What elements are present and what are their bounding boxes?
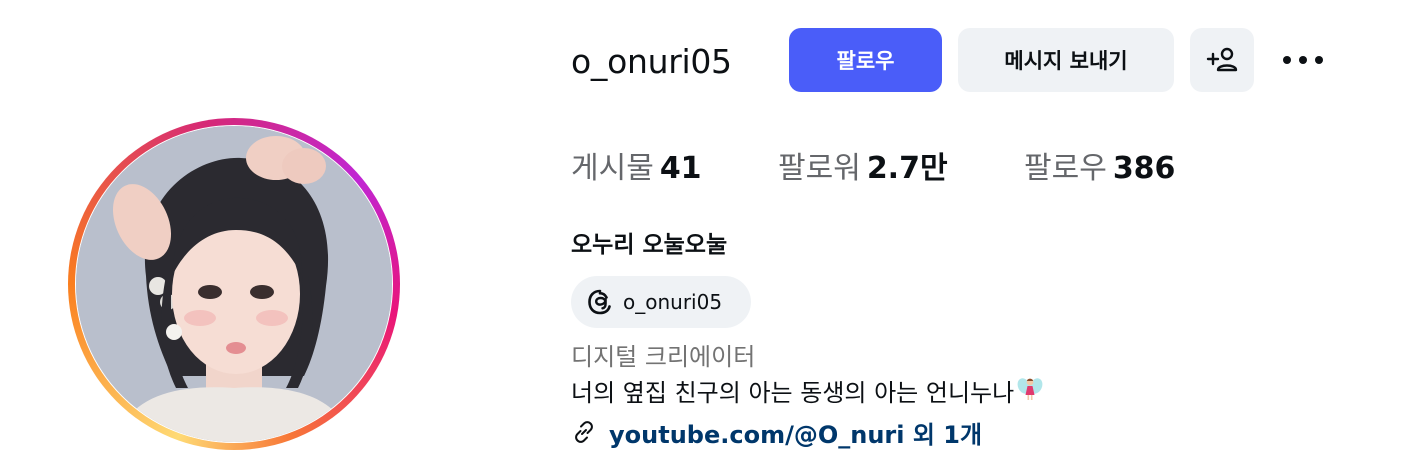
posts-label: 게시물 xyxy=(571,151,654,186)
more-options-button[interactable] xyxy=(1278,44,1328,76)
add-friend-button[interactable] xyxy=(1190,28,1254,92)
followers-label: 팔로워 xyxy=(778,151,861,186)
avatar-illustration xyxy=(76,126,392,442)
link-text[interactable]: youtube.com/@O_nuri 외 1개 xyxy=(609,415,982,450)
threads-icon xyxy=(586,288,614,316)
story-ring[interactable] xyxy=(68,118,400,450)
avatar[interactable] xyxy=(76,126,392,442)
link-icon xyxy=(571,419,597,445)
bio: 너의 옆집 친구의 아는 동생의 아는 언니누나 xyxy=(571,376,1044,410)
fairy-icon xyxy=(1016,375,1044,412)
username: o_onuri05 xyxy=(571,42,732,81)
more-icon xyxy=(1281,55,1325,65)
following-value: 386 xyxy=(1112,151,1176,186)
following-label: 팔로우 xyxy=(1024,151,1107,186)
bio-text: 너의 옆집 친구의 아는 동생의 아는 언니누나 xyxy=(571,379,1015,407)
threads-handle: o_onuri05 xyxy=(623,290,723,314)
followers-value: 2.7만 xyxy=(866,151,948,186)
profile-category: 디지털 크리에이터 xyxy=(571,343,756,371)
posts-count: 게시물 41 xyxy=(571,148,702,190)
message-button[interactable]: 메시지 보내기 xyxy=(958,28,1174,92)
threads-badge[interactable]: o_onuri05 xyxy=(571,276,751,328)
followers-link[interactable]: 팔로워 2.7만 xyxy=(778,148,948,190)
add-person-icon xyxy=(1205,45,1239,75)
full-name: 오누리 오눌오눌 xyxy=(571,232,728,258)
following-link[interactable]: 팔로우 386 xyxy=(1024,148,1175,190)
external-link[interactable]: youtube.com/@O_nuri 외 1개 xyxy=(571,414,982,450)
posts-value: 41 xyxy=(659,151,702,186)
follow-button[interactable]: 팔로우 xyxy=(789,28,942,92)
